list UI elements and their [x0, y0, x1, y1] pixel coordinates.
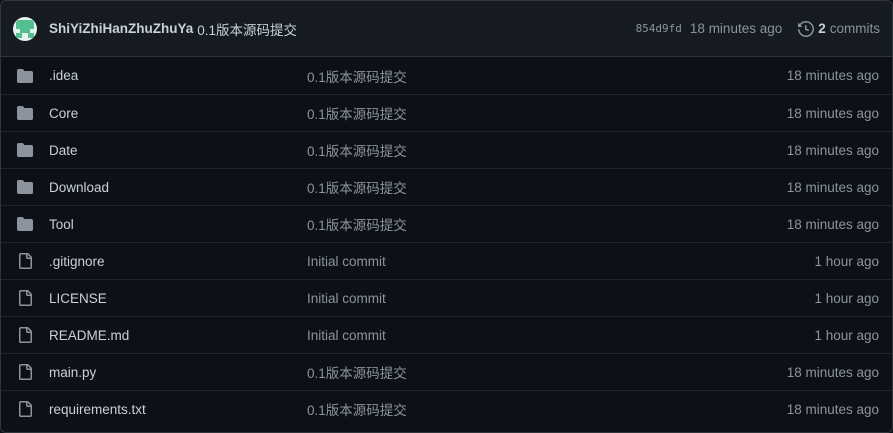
file-icon: [17, 364, 33, 380]
file-name-link[interactable]: Core: [49, 106, 307, 121]
commit-message-link[interactable]: 0.1版本源码提交: [197, 19, 297, 39]
folder-icon: [17, 142, 33, 158]
file-commit-message-link[interactable]: 0.1版本源码提交: [307, 66, 787, 86]
file-commit-message-link[interactable]: Initial commit: [307, 328, 814, 343]
avatar[interactable]: [13, 16, 37, 41]
file-commit-time: 18 minutes ago: [786, 216, 879, 232]
file-row[interactable]: LICENSE Initial commit 1 hour ago: [1, 279, 892, 316]
file-list-box: ShiYiZhiHanZhuZhuYa 0.1版本源码提交 854d9fd 18…: [0, 0, 893, 433]
file-rows: .idea 0.1版本源码提交 18 minutes ago Core 0.1版本源码提…: [1, 57, 892, 427]
file-commit-message-link[interactable]: 0.1版本源码提交: [307, 399, 787, 419]
file-name-link[interactable]: requirements.txt: [49, 402, 307, 417]
history-icon: [798, 20, 815, 37]
file-commit-time: 18 minutes ago: [786, 179, 879, 195]
file-icon: [17, 253, 33, 269]
file-commit-message-link[interactable]: 0.1版本源码提交: [307, 214, 787, 234]
file-icon: [17, 401, 33, 417]
folder-icon: [17, 216, 33, 232]
file-row[interactable]: .idea 0.1版本源码提交 18 minutes ago: [1, 57, 892, 94]
file-name-link[interactable]: .idea: [49, 68, 307, 83]
commits-label: commits: [829, 21, 880, 36]
file-name-link[interactable]: README.md: [49, 328, 307, 343]
file-row[interactable]: Core 0.1版本源码提交 18 minutes ago: [1, 94, 892, 131]
file-row[interactable]: Date 0.1版本源码提交 18 minutes ago: [1, 131, 892, 168]
file-icon: [17, 327, 33, 343]
file-commit-time: 18 minutes ago: [786, 364, 879, 380]
file-row[interactable]: README.md Initial commit 1 hour ago: [1, 316, 892, 353]
commit-author-link[interactable]: ShiYiZhiHanZhuZhuYa: [49, 21, 193, 36]
file-commit-time: 18 minutes ago: [786, 401, 879, 417]
file-row[interactable]: main.py 0.1版本源码提交 18 minutes ago: [1, 353, 892, 390]
file-icon: [17, 290, 33, 306]
file-commit-time: 18 minutes ago: [786, 105, 879, 121]
folder-icon: [17, 105, 33, 121]
file-commit-time: 18 minutes ago: [786, 142, 879, 158]
folder-icon: [17, 179, 33, 195]
file-name-link[interactable]: LICENSE: [49, 291, 307, 306]
commit-sha-link[interactable]: 854d9fd: [636, 22, 682, 35]
file-name-link[interactable]: Date: [49, 143, 307, 158]
file-name-link[interactable]: Tool: [49, 217, 307, 232]
folder-icon: [17, 68, 33, 84]
commits-history-link[interactable]: 2 commits: [798, 20, 880, 37]
file-commit-time: 18 minutes ago: [786, 68, 879, 83]
file-commit-time: 1 hour ago: [814, 253, 879, 269]
file-commit-time: 1 hour ago: [814, 290, 879, 306]
file-row[interactable]: .gitignore Initial commit 1 hour ago: [1, 242, 892, 279]
file-commit-message-link[interactable]: 0.1版本源码提交: [307, 177, 787, 197]
file-name-link[interactable]: Download: [49, 180, 307, 195]
file-name-link[interactable]: main.py: [49, 365, 307, 380]
file-commit-message-link[interactable]: 0.1版本源码提交: [307, 362, 787, 382]
file-commit-message-link[interactable]: 0.1版本源码提交: [307, 140, 787, 160]
file-row[interactable]: Download 0.1版本源码提交 18 minutes ago: [1, 168, 892, 205]
file-commit-message-link[interactable]: Initial commit: [307, 254, 814, 269]
commits-count: 2: [818, 21, 826, 36]
commit-time: 18 minutes ago: [689, 21, 783, 36]
latest-commit-header: ShiYiZhiHanZhuZhuYa 0.1版本源码提交 854d9fd 18…: [1, 1, 892, 57]
file-commit-message-link[interactable]: 0.1版本源码提交: [307, 103, 787, 123]
file-commit-message-link[interactable]: Initial commit: [307, 291, 814, 306]
file-commit-time: 1 hour ago: [814, 327, 879, 343]
file-name-link[interactable]: .gitignore: [49, 254, 307, 269]
file-row[interactable]: Tool 0.1版本源码提交 18 minutes ago: [1, 205, 892, 242]
file-row[interactable]: requirements.txt 0.1版本源码提交 18 minutes ago: [1, 390, 892, 427]
